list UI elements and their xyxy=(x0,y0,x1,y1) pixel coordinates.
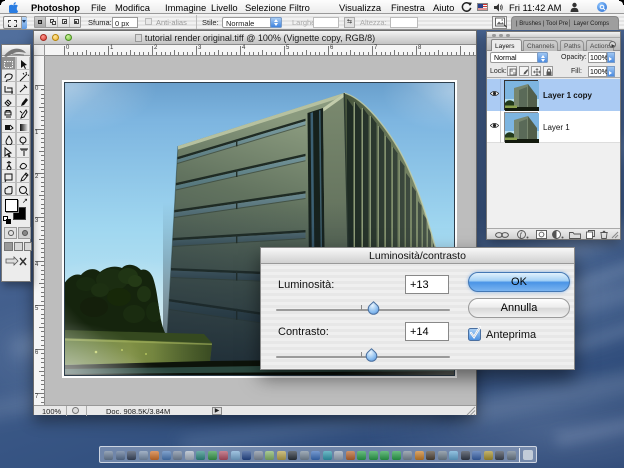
svg-text:f: f xyxy=(520,231,523,239)
